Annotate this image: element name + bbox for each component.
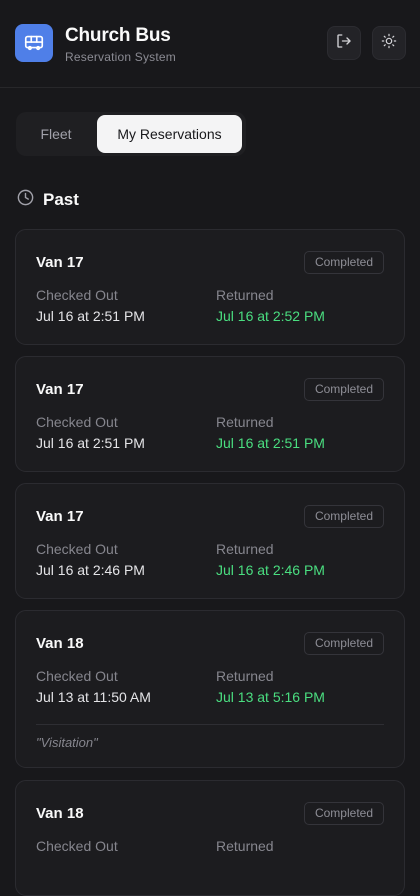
reservation-note: "Visitation" — [36, 735, 98, 750]
checked-out-label: Checked Out — [36, 414, 118, 430]
vehicle-name: Van 18 — [36, 805, 84, 822]
status-badge: Completed — [303, 802, 384, 825]
vehicle-name: Van 17 — [36, 381, 84, 398]
reservation-card: Van 17 Completed Checked Out Returned Ju… — [15, 483, 405, 599]
checked-out-label: Checked Out — [36, 287, 118, 303]
reservation-card: Van 17 Completed Checked Out Returned Ju… — [15, 229, 405, 345]
app-header: Church Bus Reservation System — [0, 0, 420, 88]
logout-button[interactable] — [327, 26, 361, 60]
returned-value: Jul 13 at 5:16 PM — [216, 689, 325, 705]
vehicle-name: Van 17 — [36, 508, 84, 525]
status-badge: Completed — [303, 505, 384, 528]
checked-out-label: Checked Out — [36, 541, 118, 557]
logout-icon — [335, 32, 353, 55]
reservation-card: Van 18 Completed Checked Out Returned Ju… — [15, 610, 405, 768]
clock-icon — [16, 188, 35, 212]
section-header-past: Past — [16, 189, 79, 211]
app-subtitle: Reservation System — [65, 50, 176, 64]
tab-fleet[interactable]: Fleet — [19, 115, 93, 153]
returned-label: Returned — [216, 668, 274, 684]
returned-label: Returned — [216, 287, 274, 303]
returned-value: Jul 16 at 2:51 PM — [216, 435, 325, 451]
returned-label: Returned — [216, 838, 274, 854]
theme-toggle-button[interactable] — [372, 26, 406, 60]
status-badge: Completed — [303, 632, 384, 655]
returned-label: Returned — [216, 541, 274, 557]
view-tabs: Fleet My Reservations — [16, 112, 246, 156]
checked-out-value: Jul 16 at 2:51 PM — [36, 308, 145, 324]
status-badge: Completed — [303, 378, 384, 401]
checked-out-label: Checked Out — [36, 838, 118, 854]
vehicle-name: Van 18 — [36, 635, 84, 652]
returned-value: Jul 16 at 2:46 PM — [216, 562, 325, 578]
returned-value: Jul 16 at 2:52 PM — [216, 308, 325, 324]
sun-icon — [381, 33, 397, 54]
checked-out-value: Jul 13 at 11:50 AM — [36, 689, 151, 705]
vehicle-name: Van 17 — [36, 254, 84, 271]
section-title: Past — [43, 190, 79, 209]
bus-icon — [15, 24, 53, 62]
reservation-card: Van 17 Completed Checked Out Returned Ju… — [15, 356, 405, 472]
reservation-card: Van 18 Completed Checked Out Returned — [15, 780, 405, 896]
checked-out-value: Jul 16 at 2:51 PM — [36, 435, 145, 451]
status-badge: Completed — [303, 251, 384, 274]
returned-label: Returned — [216, 414, 274, 430]
checked-out-value: Jul 16 at 2:46 PM — [36, 562, 145, 578]
checked-out-label: Checked Out — [36, 668, 118, 684]
card-divider — [36, 724, 384, 725]
tab-my-reservations[interactable]: My Reservations — [97, 115, 242, 153]
app-title: Church Bus — [65, 25, 171, 46]
